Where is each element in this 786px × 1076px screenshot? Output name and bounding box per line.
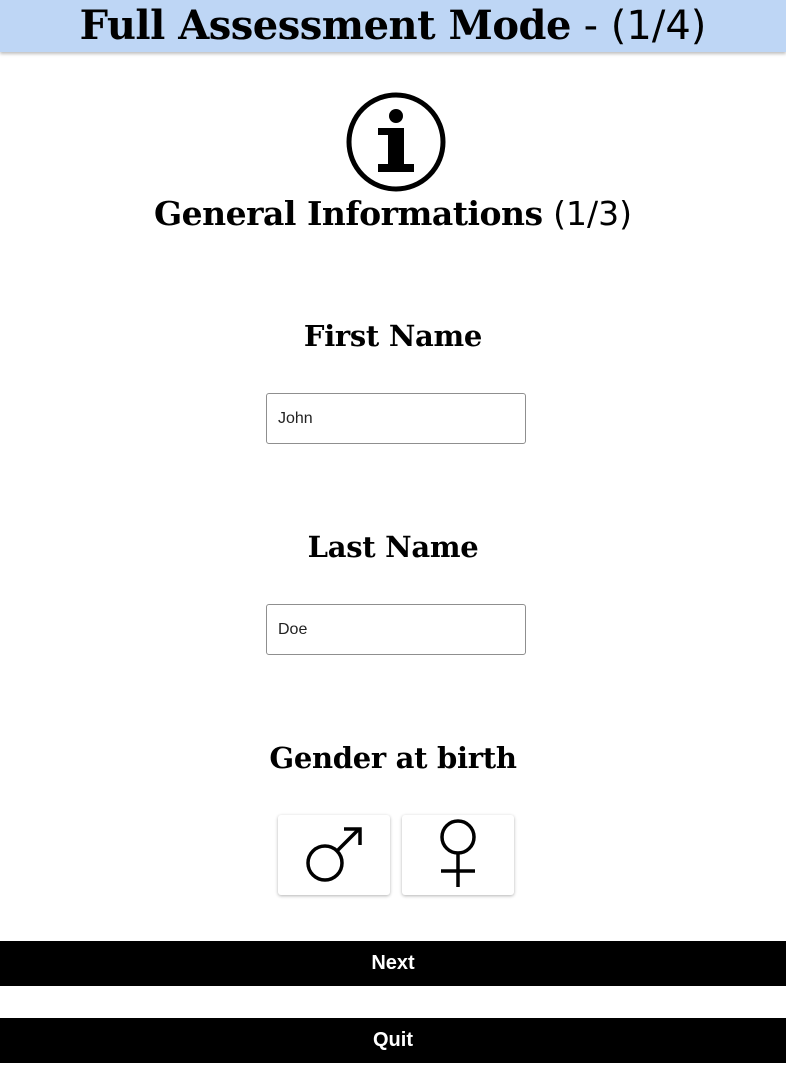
gender-label: Gender at birth <box>269 741 517 775</box>
page-header: Full Assessment Mode - (1/4) <box>0 0 786 52</box>
next-button[interactable]: Next <box>0 941 786 986</box>
last-name-input[interactable] <box>266 604 526 655</box>
section-title-text: General Informations <box>153 194 543 233</box>
info-circle-icon <box>346 92 446 192</box>
first-name-label: First Name <box>303 319 483 353</box>
quit-button[interactable]: Quit <box>0 1018 786 1063</box>
gender-male-button[interactable] <box>278 815 390 895</box>
gender-female-button[interactable] <box>402 815 514 895</box>
header-title: Full Assessment Mode <box>79 2 572 49</box>
first-name-input[interactable] <box>266 393 526 444</box>
female-symbol-icon <box>440 819 476 887</box>
male-symbol-icon <box>306 827 362 882</box>
section-title: General Informations (1/3) <box>0 192 786 236</box>
header-step-counter: - (1/4) <box>570 3 707 49</box>
last-name-label: Last Name <box>307 530 479 564</box>
section-step-counter: (1/3) <box>542 194 632 233</box>
